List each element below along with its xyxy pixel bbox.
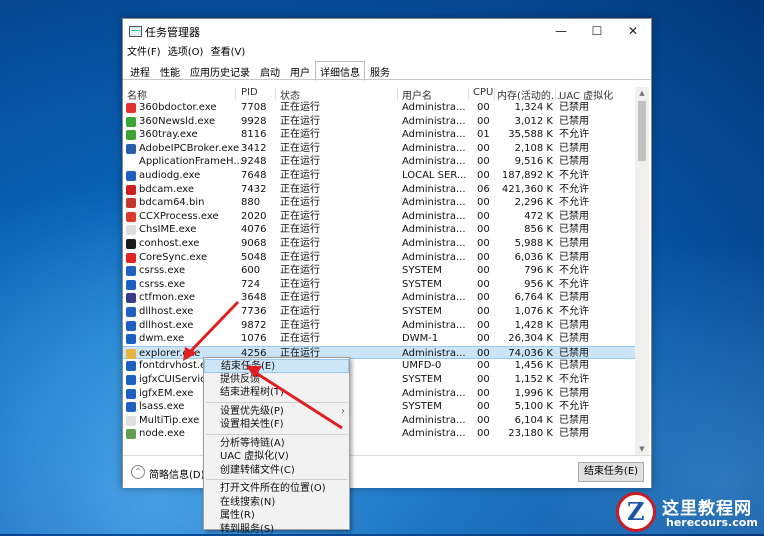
annotation-arrow-to-end-task bbox=[256, 373, 342, 428]
watermark-logo: Z bbox=[616, 492, 656, 532]
annotation-arrows bbox=[0, 0, 764, 534]
watermark: Z 这里教程网 herecours.com bbox=[612, 490, 764, 534]
annotation-arrow-to-explorer bbox=[188, 302, 238, 354]
annotation-arrowhead bbox=[183, 347, 197, 361]
watermark-logo-letter: Z bbox=[627, 497, 645, 526]
watermark-url: herecours.com bbox=[666, 516, 758, 529]
